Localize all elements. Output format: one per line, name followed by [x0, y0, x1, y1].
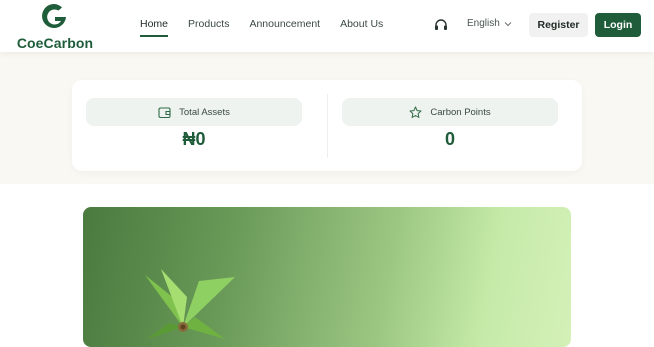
total-assets-stat[interactable]: Total Assets ₦0 — [86, 98, 302, 158]
carbon-points-stat[interactable]: Carbon Points 0 — [342, 98, 558, 158]
nav-products[interactable]: Products — [188, 17, 229, 35]
carbon-points-value: 0 — [444, 129, 455, 149]
main-nav: Home Products Announcement About Us — [140, 0, 403, 52]
brand-logo[interactable]: CoeCarbon — [12, 2, 98, 51]
nav-about-us[interactable]: About Us — [340, 17, 383, 35]
stats-divider — [327, 94, 328, 158]
nav-home[interactable]: Home — [140, 17, 169, 37]
language-label: English — [467, 18, 500, 29]
brand-name: CoeCarbon — [16, 35, 94, 51]
login-button[interactable]: Login — [595, 13, 641, 37]
register-button[interactable]: Register — [529, 13, 588, 37]
hero-banner[interactable] — [83, 207, 571, 347]
stats-card: Total Assets ₦0 Carbon Points 0 — [72, 80, 582, 171]
carbon-points-pill: Carbon Points — [342, 98, 558, 126]
chevron-down-icon — [504, 21, 512, 26]
leaf-g-logo-icon — [42, 4, 66, 28]
total-assets-value: ₦0 — [182, 129, 206, 149]
language-selector[interactable]: English — [467, 18, 512, 29]
total-assets-pill: Total Assets — [86, 98, 302, 126]
star-icon — [409, 106, 422, 118]
headset-icon[interactable] — [433, 17, 449, 33]
nav-announcement[interactable]: Announcement — [249, 17, 320, 35]
stats-section: Total Assets ₦0 Carbon Points 0 — [0, 52, 654, 184]
carbon-points-label: Carbon Points — [430, 106, 491, 118]
total-assets-label: Total Assets — [179, 106, 230, 118]
pinwheel-image — [145, 269, 235, 339]
top-navbar: CoeCarbon Home Products Announcement Abo… — [0, 0, 654, 52]
wallet-icon — [158, 106, 171, 118]
